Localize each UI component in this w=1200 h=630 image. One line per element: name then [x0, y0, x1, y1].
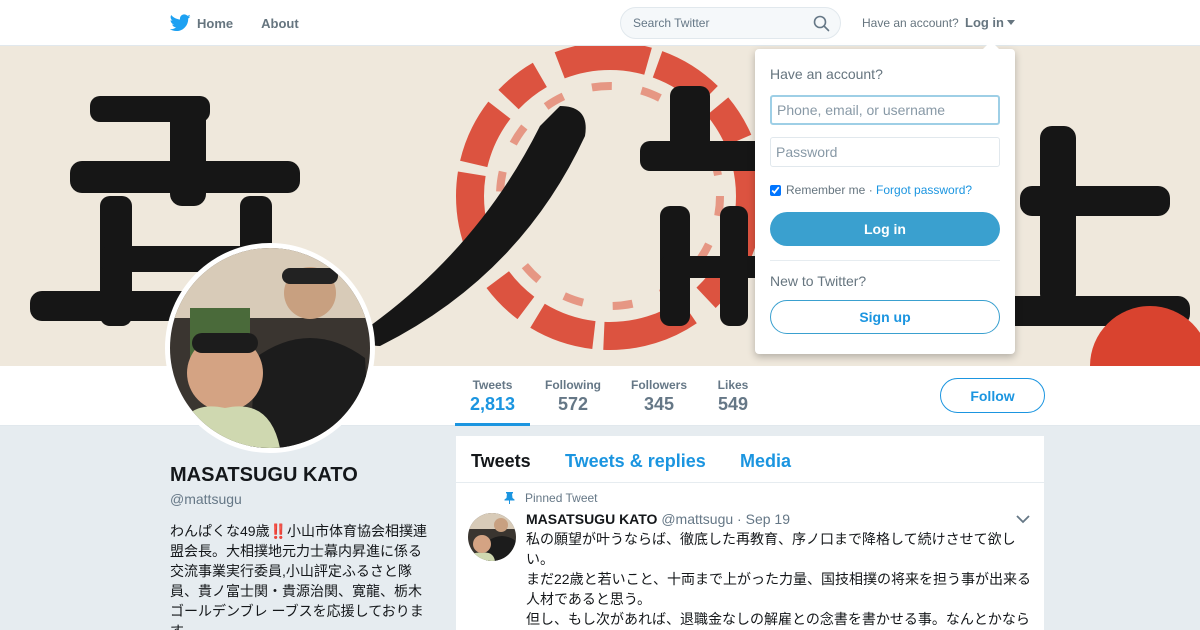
profile-bio: わんぱくな49歳‼️小山市体育協会相撲連盟会長。大相撲地元力士幕内昇進に係る交流… — [170, 523, 428, 630]
stat-label: Followers — [630, 378, 687, 392]
caret-down-icon — [1007, 20, 1015, 25]
avatar[interactable] — [165, 243, 375, 453]
remember-row: Remember me · Forgot password? — [770, 183, 972, 197]
forgot-password-link[interactable]: Forgot password? — [876, 183, 972, 197]
pinned-text: Pinned Tweet — [525, 491, 598, 505]
stat-likes[interactable]: Likes 549 — [710, 366, 756, 426]
have-account-text: Have an account? — [862, 16, 959, 30]
profile-handle[interactable]: @mattsugu — [170, 491, 242, 507]
nav-about-label: About — [261, 15, 299, 31]
separator-dot: · — [865, 183, 877, 197]
tweet-date[interactable]: Sep 19 — [746, 511, 790, 527]
login-link-label: Log in — [965, 15, 1004, 30]
tweet-author-name[interactable]: MASATSUGU KATO — [526, 511, 657, 527]
follow-button[interactable]: Follow — [940, 378, 1045, 413]
search-icon[interactable] — [813, 15, 830, 32]
tweet-author-handle[interactable]: @mattsugu — [661, 511, 733, 527]
twitter-bird-icon — [170, 14, 191, 32]
tweet-avatar[interactable] — [468, 513, 516, 561]
new-to-twitter-text: New to Twitter? — [770, 273, 867, 289]
login-button[interactable]: Log in — [770, 212, 1000, 246]
nav-home[interactable]: Home — [170, 0, 233, 46]
tweet-dot: · — [737, 511, 742, 527]
stat-value: 2,813 — [469, 394, 516, 414]
stat-following[interactable]: Following 572 — [540, 366, 606, 426]
remember-label[interactable]: Remember me — [786, 183, 865, 197]
stat-value: 345 — [643, 394, 675, 414]
username-field[interactable] — [770, 95, 1000, 125]
nav-about[interactable]: About — [261, 0, 299, 46]
search-box — [620, 7, 841, 39]
password-field[interactable] — [770, 137, 1000, 167]
login-dropdown-toggle[interactable]: Log in — [965, 15, 1015, 30]
stat-followers[interactable]: Followers 345 — [626, 366, 692, 426]
profile-photo — [170, 248, 370, 448]
pin-icon — [504, 492, 515, 504]
tab-tweets-replies[interactable]: Tweets & replies — [565, 451, 706, 472]
stat-label: Tweets — [472, 378, 513, 392]
tweet-avatar-photo — [468, 513, 516, 561]
dropdown-title: Have an account? — [770, 66, 883, 82]
tweet-header: MASATSUGU KATO @mattsugu · Sep 19 — [526, 511, 790, 527]
timeline-tabs: Tweets Tweets & replies Media — [456, 436, 1044, 483]
stat-tweets[interactable]: Tweets 2,813 — [455, 366, 530, 426]
remember-checkbox[interactable] — [770, 184, 781, 196]
dropdown-divider — [770, 260, 1000, 261]
nav-home-label: Home — [197, 15, 234, 31]
timeline: Tweets Tweets & replies Media Pinned Twe… — [456, 436, 1044, 630]
pinned-label: Pinned Tweet — [504, 491, 598, 505]
nav-left: Home About — [170, 0, 327, 46]
tweet-text: 私の願望が叶うならば、徹底した再教育、序ノ口まで降格して続けさせて欲しい。 まだ… — [526, 531, 1032, 627]
stat-value: 572 — [557, 394, 589, 414]
stat-value: 549 — [717, 394, 749, 414]
login-dropdown: Have an account? Remember me · Forgot pa… — [755, 41, 1015, 354]
stat-label: Likes — [717, 378, 749, 392]
stat-label: Following — [545, 378, 601, 392]
signup-button[interactable]: Sign up — [770, 300, 1000, 334]
tab-media[interactable]: Media — [740, 451, 791, 472]
tab-tweets[interactable]: Tweets — [471, 451, 531, 472]
top-nav-bar: Home About Have an account? Log in — [0, 0, 1200, 46]
search-input[interactable] — [621, 8, 801, 38]
chevron-down-icon[interactable] — [1016, 514, 1030, 524]
profile-name[interactable]: MASATSUGU KATO — [170, 464, 358, 487]
